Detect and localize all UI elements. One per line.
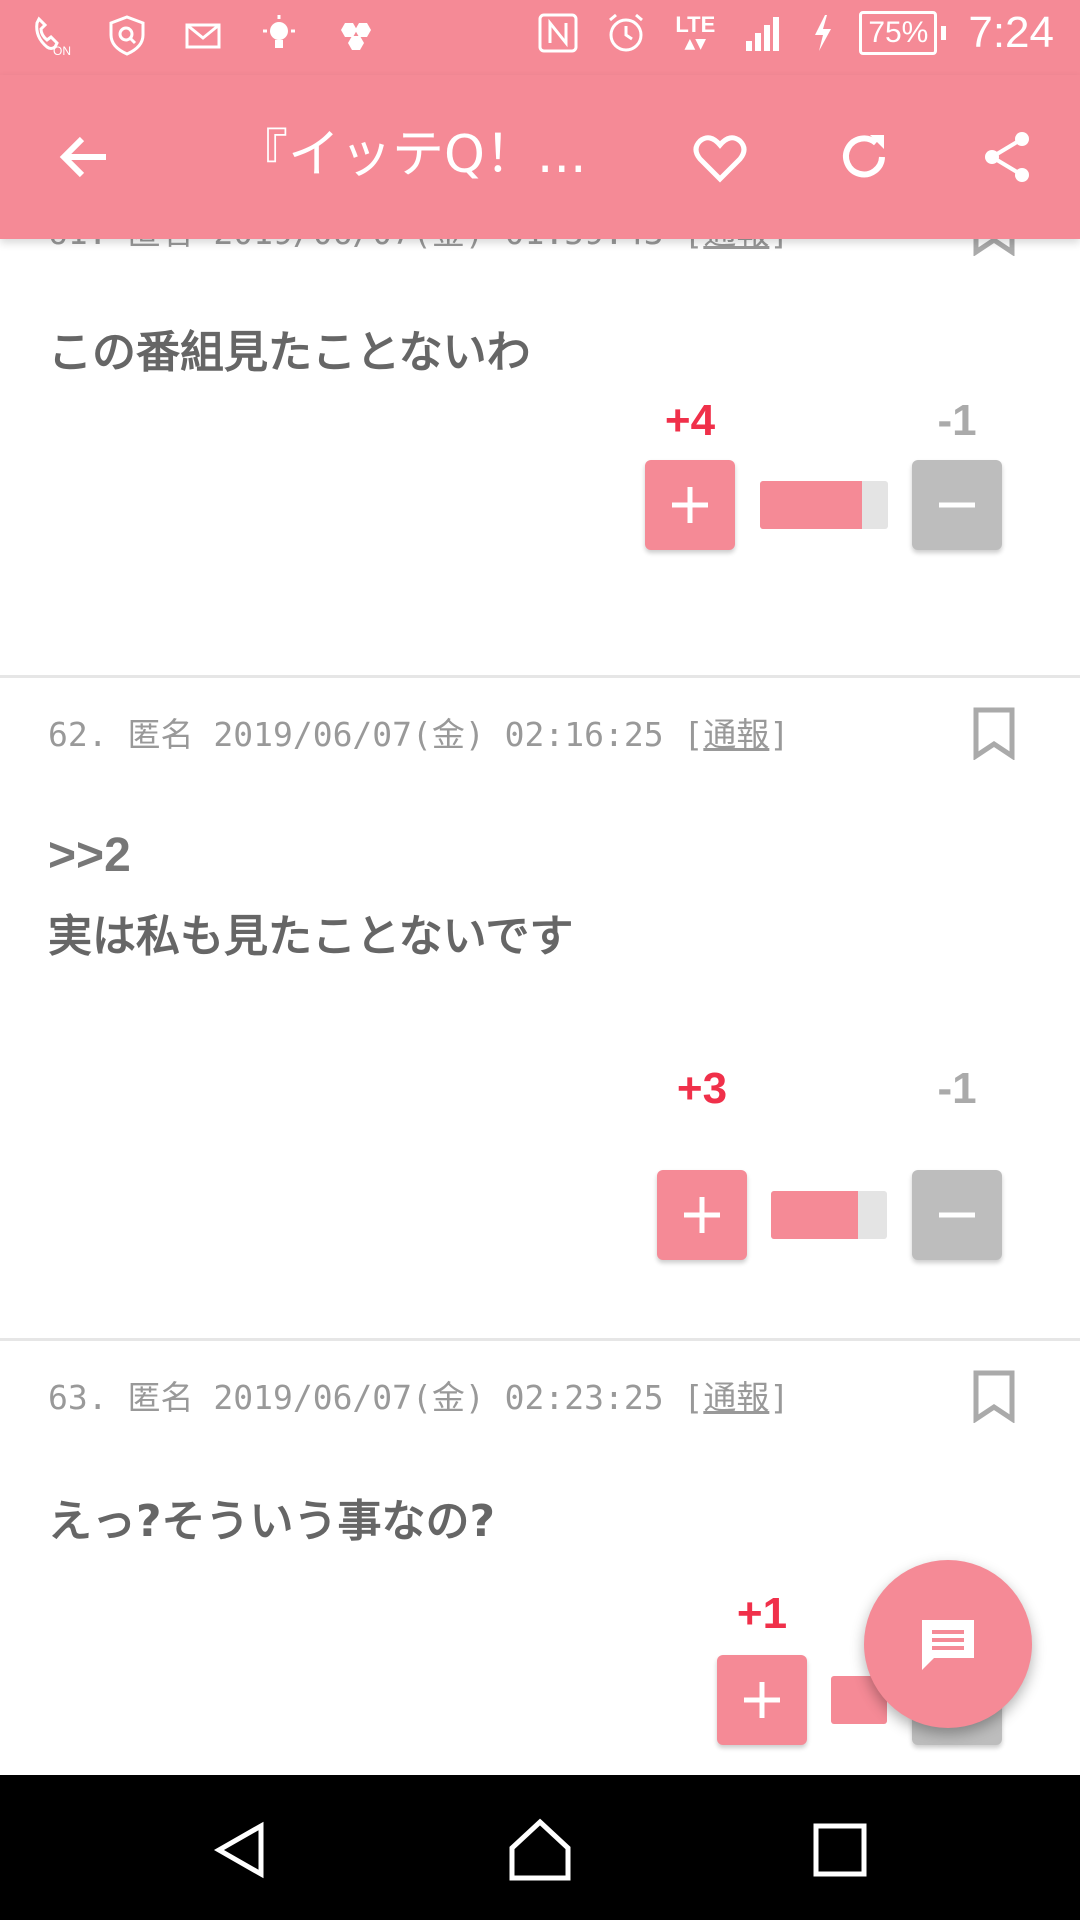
nav-home-button[interactable] [495, 1805, 585, 1895]
plus-vote-button[interactable] [657, 1170, 747, 1260]
bookmark-icon[interactable] [972, 1369, 1016, 1423]
minus-vote-button[interactable] [912, 1170, 1002, 1260]
charging-icon [809, 10, 837, 56]
comment-author: 匿名 [127, 1378, 194, 1417]
comment-number: 63. [48, 1378, 108, 1417]
comment-meta: 61. 匿名 2019/06/07(金) 01:59:43 [通報] [48, 239, 789, 254]
bookmark-icon[interactable] [972, 706, 1016, 760]
battery-percent: 75% [859, 11, 938, 55]
system-nav-bar [0, 1775, 1080, 1920]
comment-author: 匿名 [127, 239, 193, 252]
page-title: 『イッテQ！... [236, 125, 587, 185]
comment-meta: 63. 匿名 2019/06/07(金) 02:23:25 [通報] [48, 1378, 790, 1417]
report-link[interactable]: 通報 [703, 1378, 769, 1417]
vpn-shield-icon [104, 12, 150, 58]
back-arrow-icon [59, 136, 106, 178]
heart-icon [693, 135, 747, 183]
comment-number: 62. [48, 715, 108, 754]
plus-vote-button[interactable] [717, 1655, 807, 1745]
share-button[interactable] [964, 113, 1052, 201]
recents-icon [813, 1823, 867, 1877]
comment-body: 実は私も見たことないです [48, 911, 574, 962]
vote-ratio-fill [760, 481, 863, 529]
plus-icon [672, 487, 708, 523]
refresh-icon [843, 135, 885, 178]
nav-recents-button[interactable] [795, 1805, 885, 1895]
share-icon [985, 132, 1029, 182]
comment-list: 61. 匿名 2019/06/07(金) 01:59:43 [通報] この番組見… [0, 239, 1080, 1775]
comment-datetime: 2019/06/07(金) 02:23:25 [213, 1378, 664, 1417]
plus-vote-button[interactable] [645, 460, 735, 550]
refresh-button[interactable] [820, 113, 908, 201]
comment-datetime: 2019/06/07(金) 02:16:25 [213, 715, 664, 754]
bulb-icon [256, 12, 302, 58]
reply-anchor-link[interactable]: >>2 [48, 828, 131, 883]
minus-icon [939, 502, 975, 508]
minus-vote-button[interactable] [912, 460, 1002, 550]
comment-body: この番組見たことないわ [48, 327, 531, 378]
comment-datetime: 2019/06/07(金) 01:59:43 [213, 239, 663, 252]
hexagon-icon [332, 12, 378, 58]
report-link[interactable]: 通報 [703, 239, 769, 252]
home-icon [509, 1818, 571, 1881]
comment-icon [922, 1620, 974, 1670]
vote-ratio-bar [760, 481, 888, 529]
comment-author: 匿名 [127, 715, 194, 754]
call-on-icon: ON [28, 12, 74, 58]
comment-body: えっ?そういう事なの? [48, 1496, 496, 1547]
svg-text:ON: ON [53, 44, 71, 57]
back-button[interactable] [40, 113, 128, 201]
plus-icon [684, 1197, 720, 1233]
report-link[interactable]: 通報 [703, 715, 769, 754]
vote-ratio-fill [771, 1191, 858, 1239]
app-bar: 『イッテQ！... [0, 75, 1080, 239]
mail-icon [180, 12, 226, 58]
status-bar: ON LTE ▲▼ 75% 7:24 [0, 0, 1080, 75]
battery-indicator: 75% [859, 11, 947, 55]
minus-icon [939, 1212, 975, 1218]
favorite-button[interactable] [676, 113, 764, 201]
minus-count: -1 [937, 1064, 977, 1113]
bookmark-icon[interactable] [972, 239, 1016, 256]
post-comment-button[interactable] [864, 1560, 1032, 1728]
alarm-icon [603, 10, 649, 56]
plus-count: +4 [664, 396, 716, 445]
plus-count: +3 [676, 1064, 728, 1113]
plus-icon [744, 1682, 780, 1718]
back-triangle-icon [213, 1821, 264, 1879]
lte-icon: LTE ▲▼ [675, 12, 716, 53]
comment-item: 62. 匿名 2019/06/07(金) 02:16:25 [通報] >>2 実… [0, 678, 1080, 1338]
plus-count: +1 [736, 1589, 788, 1638]
nav-back-button[interactable] [196, 1805, 286, 1895]
comment-number: 61. [48, 239, 108, 252]
clock: 7:24 [968, 8, 1054, 57]
vote-ratio-bar [771, 1191, 887, 1239]
minus-count: -1 [937, 396, 977, 445]
nfc-icon [535, 10, 581, 56]
signal-icon [741, 10, 787, 56]
comment-meta: 62. 匿名 2019/06/07(金) 02:16:25 [通報] [48, 715, 790, 754]
